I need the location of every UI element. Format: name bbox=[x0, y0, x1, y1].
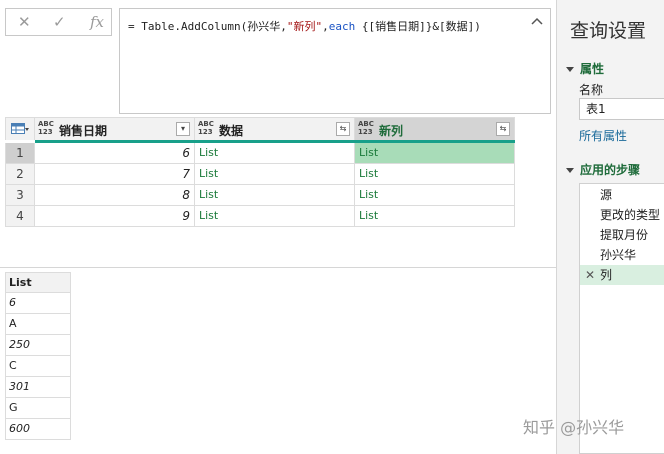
table-row[interactable]: 4 9 List List bbox=[5, 206, 515, 227]
row-number[interactable]: 3 bbox=[5, 185, 35, 206]
column-label: 销售日期 bbox=[59, 124, 108, 138]
pane-divider[interactable] bbox=[0, 267, 556, 268]
row-number[interactable]: 4 bbox=[5, 206, 35, 227]
cell-preview-list: List 6 A 250 C 301 G 600 bbox=[5, 272, 71, 440]
cell-new-column-list[interactable]: List bbox=[355, 164, 515, 185]
table-icon bbox=[11, 123, 29, 134]
query-settings-panel: 查询设置 属性 名称 表1 所有属性 应用的步骤 源更改的类型 提取月份 孙兴华 ✕ 列 bbox=[557, 0, 664, 454]
formula-token: each bbox=[328, 20, 356, 33]
query-name-input[interactable]: 表1 bbox=[579, 98, 664, 120]
row-number[interactable]: 1 bbox=[5, 143, 35, 164]
type-any-icon: ABC 123 bbox=[358, 120, 374, 136]
expand-column-icon[interactable]: ⇆ bbox=[336, 122, 350, 136]
delete-step-icon[interactable]: ✕ bbox=[585, 265, 595, 285]
type-any-icon: ABC 123 bbox=[38, 120, 54, 136]
commit-icon[interactable]: ✓ bbox=[53, 13, 66, 31]
list-item[interactable]: A bbox=[5, 314, 71, 335]
expand-column-icon[interactable]: ⇆ bbox=[496, 122, 510, 136]
column-label: 数据 bbox=[219, 124, 244, 138]
cell-data-list[interactable]: List bbox=[195, 185, 355, 206]
all-properties-link[interactable]: 所有属性 bbox=[579, 127, 627, 144]
table-menu-button[interactable] bbox=[5, 117, 35, 140]
formula-token: "新列" bbox=[286, 20, 323, 33]
formula-token: = Table.AddColumn(孙兴华, bbox=[128, 20, 287, 33]
applied-step-item[interactable]: 源 bbox=[580, 185, 664, 205]
applied-step-item[interactable]: 更改的类型 bbox=[580, 205, 664, 225]
filter-dropdown-icon[interactable]: ▾ bbox=[176, 122, 190, 136]
list-item[interactable]: 6 bbox=[5, 293, 71, 314]
table-row[interactable]: 2 7 List List bbox=[5, 164, 515, 185]
step-label: 孙兴华 bbox=[600, 248, 637, 262]
cell-data-list[interactable]: List bbox=[195, 206, 355, 227]
preview-header: List bbox=[5, 272, 71, 293]
cell-new-column-list[interactable]: List bbox=[355, 185, 515, 206]
type-any-icon: ABC 123 bbox=[198, 120, 214, 136]
formula-editor[interactable]: = Table.AddColumn(孙兴华,"新列",each {[销售日期]}… bbox=[119, 8, 551, 114]
step-label: 源 bbox=[600, 188, 613, 202]
cell-sales-date[interactable]: 8 bbox=[35, 185, 195, 206]
list-item[interactable]: 250 bbox=[5, 335, 71, 356]
cell-data-list[interactable]: List bbox=[195, 164, 355, 185]
formula-controls: ✕ ✓ fx bbox=[5, 8, 112, 36]
row-number[interactable]: 2 bbox=[5, 164, 35, 185]
step-label: 列 bbox=[600, 268, 613, 282]
list-item[interactable]: 600 bbox=[5, 419, 71, 440]
name-label: 名称 bbox=[579, 83, 604, 97]
cell-sales-date[interactable]: 6 bbox=[35, 143, 195, 164]
formula-token: {[销售日期]}&[数据]) bbox=[355, 20, 481, 33]
cell-new-column-list[interactable]: List bbox=[355, 143, 515, 164]
formula-token: , bbox=[322, 20, 329, 33]
applied-step-item[interactable]: ✕ 列 bbox=[580, 265, 664, 285]
formula-text[interactable]: = Table.AddColumn(孙兴华,"新列",each {[销售日期]}… bbox=[128, 18, 481, 34]
list-item[interactable]: G bbox=[5, 398, 71, 419]
cell-data-list[interactable]: List bbox=[195, 143, 355, 164]
applied-step-item[interactable]: 孙兴华 bbox=[580, 245, 664, 265]
column-header-sales-date[interactable]: ABC 123 销售日期 ▾ bbox=[35, 117, 195, 140]
collapse-triangle-icon bbox=[566, 168, 574, 173]
step-label: 更改的类型 bbox=[600, 208, 661, 222]
step-label: 提取月份 bbox=[600, 228, 649, 242]
table-row[interactable]: 3 8 List List bbox=[5, 185, 515, 206]
cell-sales-date[interactable]: 7 bbox=[35, 164, 195, 185]
cancel-icon[interactable]: ✕ bbox=[18, 13, 31, 31]
chevron-up-icon[interactable] bbox=[530, 15, 544, 29]
applied-steps-section-header[interactable]: 应用的步骤 bbox=[566, 161, 640, 178]
applied-step-item[interactable]: 提取月份 bbox=[580, 225, 664, 245]
collapse-triangle-icon bbox=[566, 67, 574, 72]
cell-new-column-list[interactable]: List bbox=[355, 206, 515, 227]
panel-title: 查询设置 bbox=[570, 20, 647, 42]
list-item[interactable]: 301 bbox=[5, 377, 71, 398]
watermark: 知乎 @孙兴华 bbox=[523, 418, 625, 437]
column-label: 新列 bbox=[379, 124, 404, 138]
table-row[interactable]: 1 6 List List bbox=[5, 143, 515, 164]
fx-icon[interactable]: fx bbox=[90, 13, 104, 31]
properties-section-header[interactable]: 属性 bbox=[566, 60, 604, 77]
list-item[interactable]: C bbox=[5, 356, 71, 377]
column-header-new-column[interactable]: ABC 123 新列 ⇆ bbox=[355, 117, 515, 140]
cell-sales-date[interactable]: 9 bbox=[35, 206, 195, 227]
column-header-data[interactable]: ABC 123 数据 ⇆ bbox=[195, 117, 355, 140]
